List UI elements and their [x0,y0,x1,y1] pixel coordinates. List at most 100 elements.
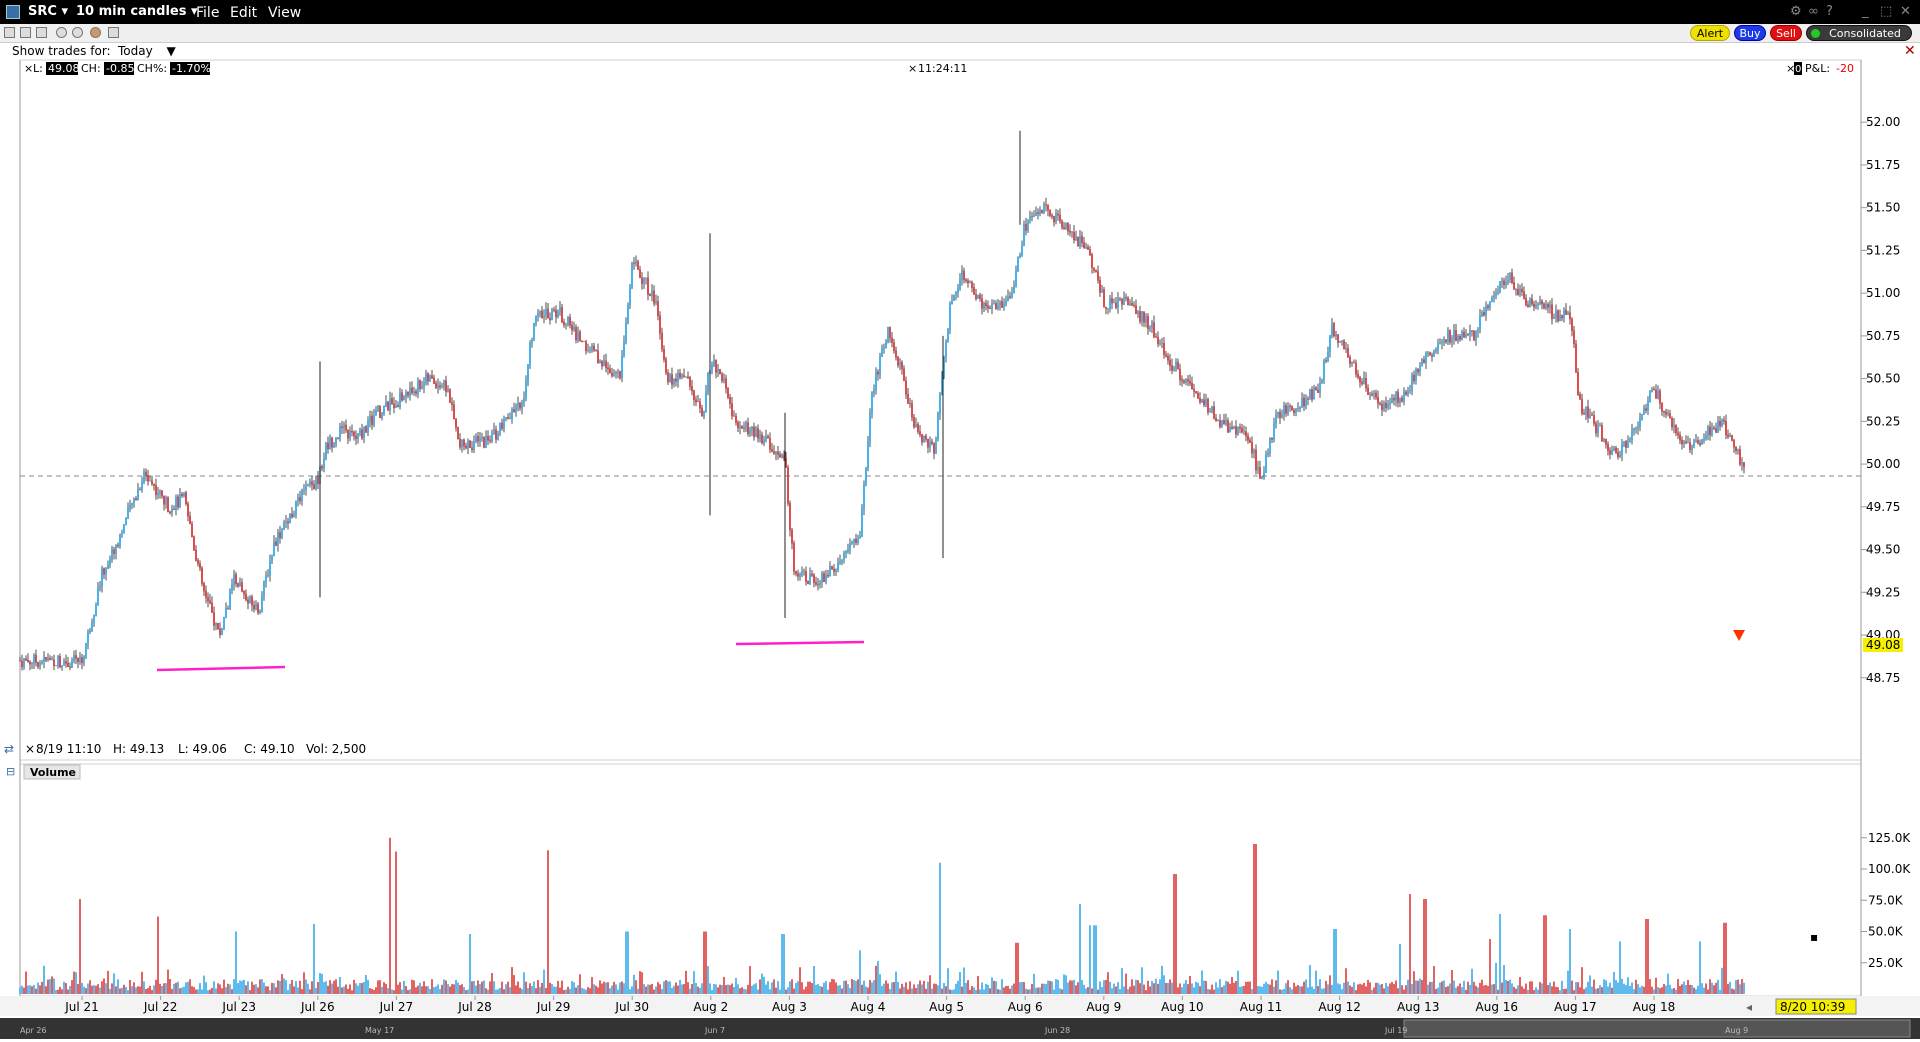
chart-area: × L: 49.08 CH: -0.85 CH%: -1.70% × 11:24… [0,58,1920,1039]
settings-icon[interactable]: ⚙ [1790,4,1802,19]
quote-change-pct: -1.70% [172,62,211,75]
x-tick-label: Jul 23 [221,1000,256,1014]
consolidated-button[interactable]: Consolidated [1806,25,1912,41]
close-chart-icon[interactable]: ✕ [1904,43,1916,59]
pnl-label: P&L: [1805,62,1830,75]
symbol-label: SRC [28,4,57,19]
navigator-window[interactable] [1403,1019,1911,1038]
y-tick-label: 49.50 [1866,543,1900,557]
buy-button[interactable]: Buy [1734,25,1766,41]
x-tick-label: Jul 30 [614,1000,649,1014]
bar-info-date: 8/19 11:10 [36,742,101,756]
y-tick-label: 51.25 [1866,243,1900,257]
quote-time: 11:24:11 [918,62,967,75]
symbol-dropdown[interactable]: SRC ▾ [28,4,68,19]
navigator-label: Aug 9 [1725,1026,1748,1035]
bar-info-close: C: 49.10 [244,742,295,756]
alert-button[interactable]: Alert [1690,25,1730,41]
time-box: 8/20 10:39 [1780,1000,1845,1014]
grid-icon[interactable] [108,27,119,38]
quote-l-label: L: [33,62,43,75]
bar-info-close-x-icon[interactable]: × [25,742,35,756]
show-trades-value: Today [118,44,153,58]
menu-edit[interactable]: Edit [230,5,257,21]
quote-change: -0.85 [106,62,134,75]
x-tick-label: Aug 10 [1161,1000,1204,1014]
close-window-icon[interactable]: ✕ [1900,4,1911,19]
bar-chart-icon[interactable] [4,27,15,38]
volume-panel-icon: ⊟ [6,765,15,778]
y-tick-label: 49.75 [1866,500,1900,514]
zoom-in-icon[interactable] [56,27,67,38]
bar-info-high: H: 49.13 [113,742,164,756]
x-tick-label: Jul 29 [536,1000,571,1014]
navigator-label: May 17 [365,1026,394,1035]
x-tick-label: Aug 4 [851,1000,886,1014]
link-icon[interactable]: ∞ [1808,4,1819,19]
period-label: 10 min candles [76,4,187,19]
y-tick-label: 52.00 [1866,115,1900,129]
x-tick-label: Jul 27 [379,1000,414,1014]
x-tick-label: Aug 2 [693,1000,728,1014]
x-tick-label: Aug 6 [1008,1000,1043,1014]
draw-icon[interactable] [36,27,47,38]
quote-ch-label: CH: [81,62,101,75]
sell-button[interactable]: Sell [1770,25,1802,41]
record-icon[interactable] [90,27,101,38]
bar-info-icon: ⇄ [4,742,14,756]
show-trades-label: Show trades for: [12,44,111,58]
dropdown-arrow-icon: ▼ [166,44,176,58]
y-tick-label: 48.75 [1866,671,1900,685]
x-tick-label: Aug 5 [929,1000,964,1014]
time-close-x-icon[interactable]: × [908,62,917,75]
vol-tick-label: 50.0K [1868,925,1904,939]
app-icon [6,5,20,19]
bar-info-low: L: 49.06 [178,742,227,756]
axis-scroll-icon[interactable]: ◂ [1746,1000,1752,1014]
zoom-out-icon[interactable] [72,27,83,38]
chart-svg[interactable]: × L: 49.08 CH: -0.85 CH%: -1.70% × 11:24… [0,58,1920,1039]
y-tick-label: 50.25 [1866,414,1900,428]
vol-tick-label: 25.0K [1868,956,1904,970]
pnl-close-x-icon[interactable]: × [1786,62,1795,75]
period-dropdown[interactable]: 10 min candles ▾ [76,4,198,19]
y-tick-label: 50.00 [1866,457,1900,471]
y-tick-label: 51.50 [1866,201,1900,215]
small-marker-icon: ▪ [1810,930,1818,944]
navigator-label: Apr 26 [20,1026,47,1035]
navigator-label: Jun 7 [704,1026,725,1035]
pnl-box: 0 [1795,64,1801,75]
candle-icon[interactable] [20,27,31,38]
x-tick-label: Jul 28 [457,1000,492,1014]
quote-chp-label: CH%: [137,62,167,75]
y-tick-label: 51.75 [1866,158,1900,172]
y-tick-label: 49.25 [1866,585,1900,599]
quote-last: 49.08 [48,62,80,75]
x-tick-label: Jul 22 [143,1000,178,1014]
x-tick-label: Jul 26 [300,1000,335,1014]
vol-tick-label: 100.0K [1868,862,1911,876]
x-tick-label: Aug 13 [1397,1000,1440,1014]
x-tick-label: Aug 9 [1086,1000,1121,1014]
minimize-icon[interactable]: _ [1862,4,1869,19]
y-tick-label: 51.00 [1866,286,1900,300]
show-trades-bar: Show trades for: Today ▼ ✕ [0,42,1920,59]
volume-label: Volume [30,766,76,779]
quote-close-x-icon[interactable]: × [24,62,33,75]
consolidated-label: Consolidated [1829,27,1901,40]
maximize-icon[interactable]: ⬚ [1880,4,1892,19]
menu-file[interactable]: File [196,5,219,21]
x-tick-label: Aug 12 [1318,1000,1361,1014]
x-tick-label: Aug 17 [1554,1000,1597,1014]
last-price-tag: 49.08 [1866,638,1900,652]
chart-toolbar: Alert Buy Sell Consolidated [0,24,1920,43]
show-trades-select[interactable]: Today ▼ [118,44,176,58]
y-tick-label: 50.75 [1866,329,1900,343]
navigator-label: Jul 19 [1384,1026,1407,1035]
help-icon[interactable]: ? [1826,4,1833,19]
consolidated-status-icon [1811,29,1820,38]
vol-tick-label: 75.0K [1868,893,1904,907]
menu-view[interactable]: View [268,5,301,21]
bar-info-volume: Vol: 2,500 [306,742,366,756]
navigator-label: Jun 28 [1044,1026,1070,1035]
